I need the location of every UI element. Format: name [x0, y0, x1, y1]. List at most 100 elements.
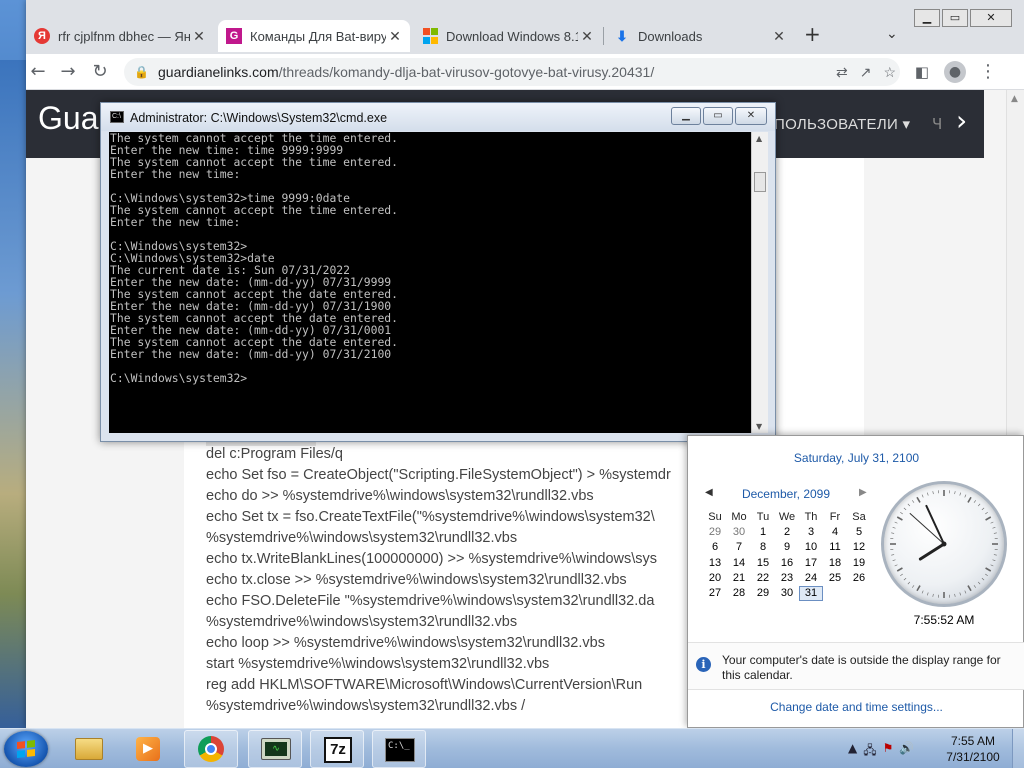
cmd-console[interactable]: The system cannot accept the time entere… — [109, 132, 751, 433]
reload-icon[interactable]: ↻ — [88, 60, 112, 84]
day-cell[interactable]: 22 — [751, 571, 775, 586]
day-cell[interactable]: 19 — [847, 556, 871, 571]
day-cell[interactable]: 11 — [823, 540, 847, 555]
day-cell[interactable]: 27 — [703, 586, 727, 601]
day-cell[interactable]: 7 — [727, 540, 751, 555]
code-line: echo tx.WriteBlankLines(100000000) >> %s… — [206, 551, 658, 567]
day-cell[interactable]: 21 — [727, 571, 751, 586]
day-cell[interactable]: 18 — [823, 556, 847, 571]
day-cell[interactable]: 17 — [799, 556, 823, 571]
start-button[interactable] — [4, 731, 48, 767]
day-cell[interactable]: 26 — [847, 571, 871, 586]
close-tab-icon[interactable]: ✕ — [770, 28, 788, 45]
day-cell[interactable]: 20 — [703, 571, 727, 586]
close-tab-icon[interactable]: ✕ — [578, 28, 596, 45]
site-logo[interactable]: Gua — [38, 100, 98, 137]
day-cell[interactable]: 16 — [775, 556, 799, 571]
menu-kebab-icon[interactable]: ⋮ — [976, 60, 1000, 84]
day-cell[interactable]: 24 — [799, 571, 823, 586]
day-cell[interactable]: 6 — [703, 540, 727, 555]
lock-icon[interactable]: 🔒 — [134, 58, 149, 86]
nav-more[interactable]: Ч — [932, 115, 942, 133]
tab-yandex[interactable]: Я rfr cjplfnm dbhec — Янд ✕ — [26, 20, 214, 52]
taskbar-clock[interactable]: 7:55 AM 7/31/2100 — [940, 733, 1006, 765]
next-month-icon[interactable]: ▶ — [859, 487, 867, 498]
windows-logo-icon — [17, 740, 35, 758]
tab-komandy[interactable]: G Команды Для Bat-виру ✕ — [218, 20, 410, 52]
day-cell[interactable]: 10 — [799, 540, 823, 555]
action-center-flag-icon[interactable]: ⚑ — [883, 741, 894, 762]
nav-users[interactable]: ПОЛЬЗОВАТЕЛИ ▾ — [774, 115, 910, 133]
day-cell[interactable]: 3 — [799, 525, 823, 540]
day-cell[interactable]: 13 — [703, 556, 727, 571]
scroll-thumb[interactable] — [754, 172, 766, 192]
translate-icon[interactable]: ⇄ — [836, 58, 848, 86]
tab-search-chevron-icon[interactable]: ⌄ — [886, 26, 898, 42]
taskbar-7zip[interactable]: 7z — [310, 730, 364, 768]
clock-tick — [973, 500, 976, 503]
close-tab-icon[interactable]: ✕ — [190, 28, 208, 45]
day-cell[interactable]: 28 — [727, 586, 751, 601]
network-icon[interactable]: 🖧 — [863, 741, 876, 762]
tab-windows[interactable]: Download Windows 8.1 ✕ — [414, 20, 602, 52]
nav-next-icon[interactable]: › — [956, 104, 967, 137]
volume-icon[interactable]: 🔊 — [899, 741, 914, 762]
clock-tick — [993, 554, 997, 556]
cmd-maximize-button[interactable]: ▭ — [703, 107, 733, 125]
taskbar-cmd[interactable]: C:\_ — [372, 730, 426, 768]
month-year-header[interactable]: December, 2099 — [718, 487, 854, 501]
cmd-title-bar[interactable]: C:\ Administrator: C:\Windows\System32\c… — [101, 103, 775, 131]
cmd-scrollbar[interactable]: ▲ ▼ — [751, 132, 768, 433]
day-cell[interactable]: 2 — [775, 525, 799, 540]
day-cell[interactable]: 4 — [823, 525, 847, 540]
bookmark-star-icon[interactable]: ☆ — [883, 58, 896, 86]
clock-tick — [912, 585, 915, 588]
share-icon[interactable]: ↗ — [860, 58, 872, 86]
clock-tick — [903, 507, 907, 511]
maximize-button[interactable]: ▭ — [942, 9, 968, 27]
close-tab-icon[interactable]: ✕ — [386, 28, 404, 45]
close-window-button[interactable]: ✕ — [970, 9, 1012, 27]
day-cell[interactable]: 1 — [751, 525, 775, 540]
tab-separator — [603, 27, 604, 45]
day-cell[interactable]: 15 — [751, 556, 775, 571]
day-cell[interactable]: 23 — [775, 571, 799, 586]
show-hidden-icons-icon[interactable]: ▲ — [848, 741, 857, 762]
cmd-close-button[interactable]: ✕ — [735, 107, 767, 125]
taskbar-task-manager[interactable]: ∿ — [248, 730, 302, 768]
scroll-down-icon[interactable]: ▼ — [756, 422, 762, 431]
day-cell[interactable]: 8 — [751, 540, 775, 555]
prev-month-icon[interactable]: ◀ — [705, 487, 713, 498]
scroll-up-icon[interactable]: ▲ — [1011, 94, 1018, 104]
day-cell[interactable]: 5 — [847, 525, 871, 540]
day-cell[interactable]: 30 — [727, 525, 751, 540]
forward-icon[interactable]: → — [56, 60, 80, 84]
clock-tick — [892, 527, 896, 529]
new-tab-button[interactable]: + — [804, 22, 821, 46]
taskbar-explorer[interactable] — [62, 730, 116, 768]
minimize-button[interactable]: ▁ — [914, 9, 940, 27]
cmd-minimize-button[interactable]: ▁ — [671, 107, 701, 125]
side-panel-icon[interactable]: ◧ — [910, 60, 934, 84]
full-date-link[interactable]: Saturday, July 31, 2100 — [688, 451, 1024, 465]
day-cell[interactable]: 14 — [727, 556, 751, 571]
profile-avatar-icon[interactable]: ● — [944, 61, 966, 83]
tab-downloads[interactable]: ⬇ Downloads ✕ — [606, 20, 794, 52]
tab-title: rfr cjplfnm dbhec — Янд — [58, 28, 190, 44]
day-cell[interactable]: 31 — [799, 585, 823, 602]
show-desktop-button[interactable] — [1012, 729, 1024, 768]
clock-tick — [973, 585, 976, 588]
back-icon[interactable]: ← — [26, 60, 50, 84]
explorer-icon — [75, 738, 103, 760]
scroll-up-icon[interactable]: ▲ — [756, 134, 762, 143]
day-cell[interactable]: 12 — [847, 540, 871, 555]
day-cell[interactable]: 9 — [775, 540, 799, 555]
day-cell[interactable]: 25 — [823, 571, 847, 586]
day-cell[interactable]: 29 — [751, 586, 775, 601]
day-cell[interactable]: 30 — [775, 586, 799, 601]
taskbar-media-player[interactable]: ▶ — [122, 730, 176, 768]
day-cell[interactable]: 29 — [703, 525, 727, 540]
taskbar-chrome[interactable] — [184, 730, 238, 768]
change-date-time-link[interactable]: Change date and time settings... — [688, 700, 1024, 714]
address-bar[interactable]: 🔒 guardianelinks.com/threads/komandy-dlj… — [124, 58, 900, 86]
